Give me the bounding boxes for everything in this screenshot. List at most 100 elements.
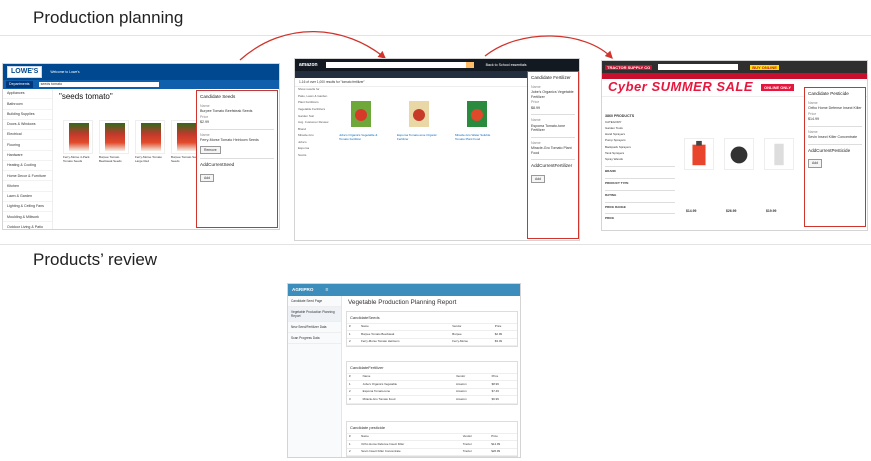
product-title-link[interactable]: Jobe's Organics Vegetable & Tomato Ferti… xyxy=(339,133,381,142)
sidebar-item[interactable]: Vegetable Production Planning Report xyxy=(288,307,341,322)
table-cell: 1 xyxy=(347,330,360,339)
store-info[interactable]: Welcome to Lowe's xyxy=(50,70,79,74)
table-row: 2 Espoma Tomato-tone Amazon $7.49 xyxy=(347,388,517,397)
sidebar-item[interactable]: Bathroom xyxy=(3,99,52,110)
search-input[interactable] xyxy=(325,62,466,68)
table-row: 1 Ortho Home Defense Insect Killer Tractor… xyxy=(347,440,517,449)
remove-button[interactable]: Remove xyxy=(200,145,221,154)
candidate-fertilizer-table-box: CandidateFertilizer # Name Vendor Price 1 Job… xyxy=(346,361,518,405)
product-price: $19.99 xyxy=(766,209,777,213)
price-value: $8.99 xyxy=(531,105,540,110)
sprayer-product-image[interactable] xyxy=(724,138,754,170)
lowes-nav: Departments seeds tomato xyxy=(3,80,279,89)
deal-badge[interactable]: BUY ONLINE xyxy=(750,64,779,70)
lowes-header: LOWE'S Welcome to Lowe's xyxy=(3,64,279,80)
name-value: Burpee Tomato Beefsteak Seeds xyxy=(200,109,253,114)
sidebar-item[interactable]: Hardware xyxy=(3,151,52,161)
sidebar-item[interactable]: Lawn & Garden xyxy=(3,192,52,202)
filter-heading[interactable]: BRAND xyxy=(605,165,675,175)
review-heading: Products’ review xyxy=(33,250,158,269)
tractor-logo[interactable]: TRACTOR SUPPLY CO xyxy=(605,64,653,70)
add-button[interactable]: Add xyxy=(808,159,823,168)
fertilizer-product-image[interactable] xyxy=(405,99,433,129)
candidate-pesticide-table-box: Candidate pesticide # Name Vendor Price 1 Ort… xyxy=(346,421,518,457)
sidebar-item[interactable]: Flooring xyxy=(3,140,52,151)
table-cell: 3 xyxy=(347,395,361,404)
filter-heading[interactable]: PRICE RANGE xyxy=(605,201,675,211)
add-button[interactable]: Add xyxy=(531,174,546,184)
sidebar-item[interactable]: Building Supplies xyxy=(3,110,52,120)
table-cell: 2 xyxy=(347,338,360,347)
product-caption[interactable]: Ferry-Morse 4-Pack Tomato Seeds xyxy=(63,155,95,164)
search-input[interactable] xyxy=(658,64,739,70)
table-row: 2 Ferry-Morse Tomato Heirloom Ferry-Morse $… xyxy=(347,338,517,347)
pesticide-product-image[interactable] xyxy=(684,138,714,170)
sidebar-item[interactable]: Doors & Windows xyxy=(3,120,52,131)
fertilizer-product-image[interactable] xyxy=(347,99,375,129)
table-cell: Amazon xyxy=(454,388,490,397)
lowes-logo[interactable]: LOWE'S xyxy=(7,65,43,79)
search-icon[interactable] xyxy=(465,62,474,68)
table-cell: $26.99 xyxy=(489,448,517,457)
candidate-fertilizer-table: # Name Vendor Price 1 Jobe's Organics Vegetab… xyxy=(347,374,517,404)
promo-banner[interactable]: Back to School essentials xyxy=(486,63,527,67)
sidebar-item[interactable]: Lighting & Ceiling Fans xyxy=(3,202,52,213)
product-title-link[interactable]: Espoma Tomato-tone Organic Fertilizer xyxy=(397,133,439,142)
add-button[interactable]: Add xyxy=(200,173,215,182)
filter-item[interactable]: Spray Wands xyxy=(605,157,675,163)
search-input[interactable]: seeds tomato xyxy=(38,82,159,87)
product-count: 3860 PRODUCTS xyxy=(605,114,635,119)
amazon-screenshot: amazon Back to School essentials 1-16 of… xyxy=(294,58,580,241)
sidebar-item[interactable]: Home Decor & Furniture xyxy=(3,171,52,182)
product-card[interactable] xyxy=(135,120,165,154)
panel-divider xyxy=(808,125,862,127)
sidebar-item[interactable]: New Seed/Fertilizer Data xyxy=(288,322,341,333)
table-cell: Espoma Tomato-tone xyxy=(360,388,454,397)
seed-packet-image xyxy=(105,123,125,151)
fertilizer-product-image[interactable] xyxy=(463,99,491,129)
product-price: $26.99 xyxy=(726,209,737,213)
sidebar-item[interactable]: Scan Progress Data xyxy=(288,333,341,344)
table-cell: $2.99 xyxy=(492,330,517,339)
amazon-logo[interactable]: amazon xyxy=(299,62,318,68)
sidebar-item[interactable]: Candidate Seed Page xyxy=(288,296,341,307)
menu-icon[interactable]: ≡ xyxy=(325,287,328,293)
table-cell: 2 xyxy=(347,388,361,397)
table-row: 2 Sevin Insect Killer Concentrate Tractor $… xyxy=(347,448,517,457)
panel-title: Candidate Seeds xyxy=(200,94,236,99)
column-header: # xyxy=(347,324,360,332)
filter-item[interactable]: Scotts xyxy=(298,152,338,159)
product-card[interactable] xyxy=(99,120,129,154)
sidebar-item[interactable]: Heating & Cooling xyxy=(3,161,52,172)
name-label: Name xyxy=(531,84,541,89)
sidebar-item[interactable]: Moulding & Millwork xyxy=(3,212,52,223)
panel-divider xyxy=(531,114,575,116)
candidate-fertilizer-panel: Candidate Fertilizer Name Jobe's Organic… xyxy=(527,71,579,239)
filter-heading[interactable]: PRICE xyxy=(605,213,675,222)
product-caption[interactable]: Burpee Tomato Beefsteak Seeds xyxy=(99,155,131,164)
sidebar-item[interactable]: Appliances xyxy=(3,89,52,100)
sidebar-item[interactable]: Kitchen xyxy=(3,181,52,192)
table-cell: Tractor xyxy=(460,440,490,449)
price-label: Price xyxy=(808,111,817,116)
review-sidebar: Candidate Seed Page Vegetable Production… xyxy=(288,296,342,457)
departments-button[interactable]: Departments xyxy=(6,81,33,88)
tractor-filters: 3860 PRODUCTS CATEGORY Garden Tools Hand… xyxy=(605,113,675,222)
table-cell: Amazon xyxy=(454,395,490,404)
review-logo[interactable]: AGRIPRO xyxy=(292,287,313,293)
filter-heading[interactable]: PRODUCT TYPE xyxy=(605,177,675,187)
filter-heading[interactable]: RATING xyxy=(605,189,675,199)
table-cell: 1 xyxy=(347,440,360,449)
table-row: 1 Jobe's Organics Vegetable Amazon $8.99 xyxy=(347,380,517,389)
sidebar-item[interactable]: Electrical xyxy=(3,130,52,141)
product-caption[interactable]: Ferry-Morse Tomato Large Red xyxy=(135,155,167,164)
price-value: $14.99 xyxy=(808,117,819,122)
sidebar-item[interactable]: Outdoor Living & Patio xyxy=(3,222,52,229)
panel-divider xyxy=(808,143,862,145)
amazon-header: amazon Back to School essentials xyxy=(295,59,579,71)
sale-title: Cyber SUMMER SALE xyxy=(608,79,754,95)
sprayer-product-image[interactable] xyxy=(764,138,794,170)
product-title-link[interactable]: Miracle-Gro Water Soluble Tomato Plant F… xyxy=(455,133,497,142)
product-card[interactable] xyxy=(63,120,93,154)
page-title: Vegetable Production Planning Report xyxy=(348,299,457,306)
